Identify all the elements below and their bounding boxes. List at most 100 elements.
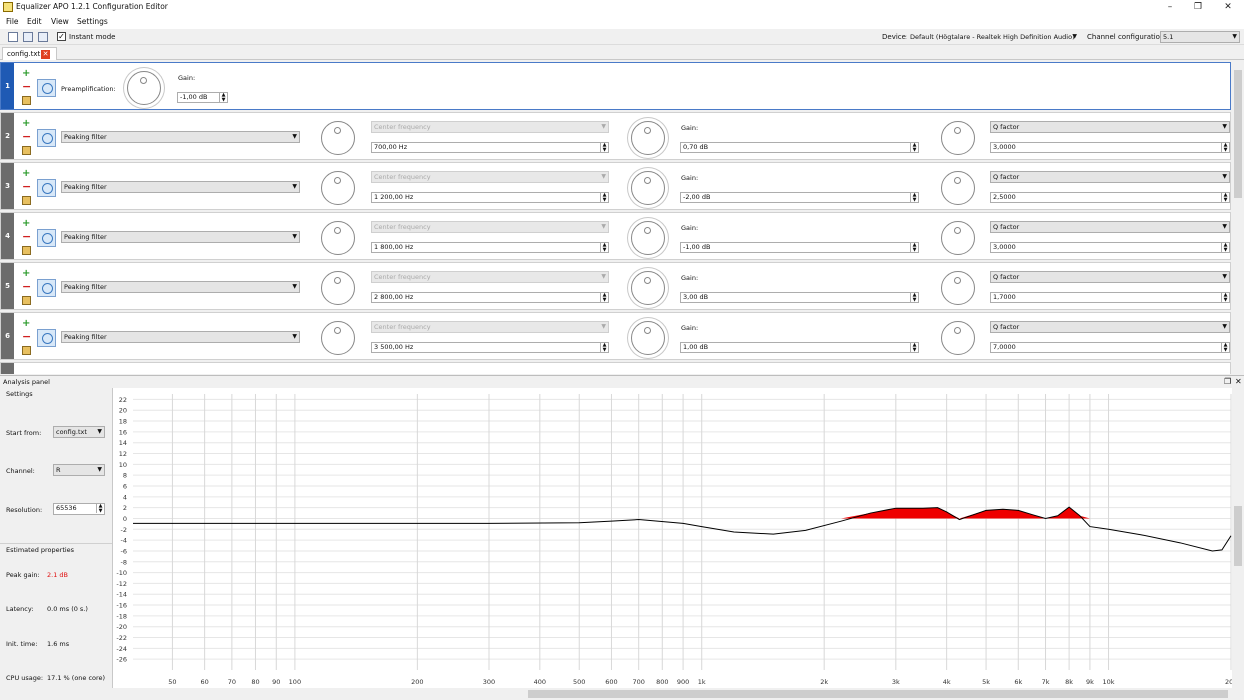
open-folder-icon[interactable] <box>23 32 33 42</box>
frequency-input[interactable]: 700,00 Hz ▲ ▼ <box>371 142 609 153</box>
q-factor-input[interactable]: 1,7000 ▲ ▼ <box>990 292 1230 303</box>
menu-view[interactable]: View <box>51 17 69 26</box>
q-mode-select[interactable]: Q factor ▼ <box>990 171 1230 183</box>
q-mode-select[interactable]: Q factor ▼ <box>990 121 1230 133</box>
save-icon[interactable] <box>38 32 48 42</box>
power-icon[interactable] <box>37 179 56 197</box>
scrollbar-thumb[interactable] <box>1234 506 1242 566</box>
q-mode-select[interactable]: Q factor ▼ <box>990 271 1230 283</box>
remove-icon[interactable]: − <box>22 131 31 142</box>
power-icon[interactable] <box>37 329 56 347</box>
remove-icon[interactable]: − <box>22 81 31 92</box>
q-factor-knob[interactable] <box>941 121 975 155</box>
scrollbar-thumb[interactable] <box>1234 70 1242 198</box>
close-icon[interactable]: ✕ <box>41 50 50 59</box>
add-icon[interactable]: + <box>22 269 30 279</box>
filter-row[interactable]: 2 + − Peaking filter ▼ Center frequency ▼ 700,0… <box>0 112 1231 160</box>
q-factor-input[interactable]: 7,0000 ▲ ▼ <box>990 342 1230 353</box>
gain-knob[interactable] <box>631 171 665 205</box>
scrollbar-thumb[interactable] <box>528 690 1228 698</box>
remove-icon[interactable]: − <box>22 331 31 342</box>
channel-select[interactable]: R ▼ <box>53 464 105 476</box>
q-factor-input[interactable]: 3,0000 ▲ ▼ <box>990 242 1230 253</box>
preamp-gain-knob[interactable] <box>127 71 161 105</box>
edit-icon[interactable] <box>22 246 31 255</box>
gain-input[interactable]: 0,70 dB ▲ ▼ <box>680 142 919 153</box>
q-mode-select[interactable]: Q factor ▼ <box>990 321 1230 333</box>
gain-input[interactable]: 1,00 dB ▲ ▼ <box>680 342 919 353</box>
frequency-knob[interactable] <box>321 221 355 255</box>
frequency-input[interactable]: 2 800,00 Hz ▲ ▼ <box>371 292 609 303</box>
filter-type-select[interactable]: Peaking filter ▼ <box>61 281 300 293</box>
channel-config-select[interactable]: 5.1 ▼ <box>1160 31 1240 43</box>
close-button[interactable]: ✕ <box>1214 0 1242 15</box>
filter-type-select[interactable]: Peaking filter ▼ <box>61 231 300 243</box>
gain-input[interactable]: 3,00 dB ▲ ▼ <box>680 292 919 303</box>
edit-icon[interactable] <box>22 346 31 355</box>
frequency-knob[interactable] <box>321 121 355 155</box>
edit-icon[interactable] <box>22 296 31 305</box>
add-icon[interactable]: + <box>22 169 30 179</box>
filter-type-select[interactable]: Peaking filter ▼ <box>61 181 300 193</box>
remove-icon[interactable]: − <box>22 281 31 292</box>
filter-row[interactable]: 5 + − Peaking filter ▼ Center frequency ▼ 2 800… <box>0 262 1231 310</box>
filter-row-partial[interactable] <box>0 362 1231 374</box>
q-factor-input[interactable]: 3,0000 ▲ ▼ <box>990 142 1230 153</box>
remove-icon[interactable]: − <box>22 181 31 192</box>
filter-row[interactable]: 4 + − Peaking filter ▼ Center frequency ▼ 1 800… <box>0 212 1231 260</box>
frequency-response-graph[interactable]: 22 20 18 16 14 12 10 8 6 4 2 0 -2 -4 -6 -8 -10 -12 -14 -16-… <box>112 388 1237 688</box>
power-icon[interactable] <box>37 129 56 147</box>
add-icon[interactable]: + <box>22 119 30 129</box>
close-icon[interactable]: ✕ <box>1235 377 1242 386</box>
preamp-gain-input[interactable]: -1,00 dB ▲ ▼ <box>177 92 228 103</box>
add-icon[interactable]: + <box>22 69 30 79</box>
menu-settings[interactable]: Settings <box>77 17 108 26</box>
menu-file[interactable]: File <box>6 17 19 26</box>
q-factor-knob[interactable] <box>941 221 975 255</box>
filter-type-select[interactable]: Peaking filter ▼ <box>61 331 300 343</box>
power-icon[interactable] <box>37 229 56 247</box>
add-icon[interactable]: + <box>22 219 30 229</box>
gain-knob[interactable] <box>631 321 665 355</box>
add-icon[interactable]: + <box>22 319 30 329</box>
edit-icon[interactable] <box>22 96 31 105</box>
edit-icon[interactable] <box>22 146 31 155</box>
filter-row[interactable]: 3 + − Peaking filter ▼ Center frequency ▼ 1 200… <box>0 162 1231 210</box>
q-mode-select[interactable]: Q factor ▼ <box>990 221 1230 233</box>
q-factor-knob[interactable] <box>941 321 975 355</box>
tab-config[interactable]: config.txt ✕ <box>2 47 57 60</box>
gain-input[interactable]: -2,00 dB ▲ ▼ <box>680 192 919 203</box>
q-factor-input[interactable]: 2,5000 ▲ ▼ <box>990 192 1230 203</box>
frequency-input[interactable]: 3 500,00 Hz ▲ ▼ <box>371 342 609 353</box>
restore-button[interactable]: ❐ <box>1184 0 1212 15</box>
filter-list-scrollbar[interactable] <box>1232 60 1244 374</box>
frequency-input[interactable]: 1 800,00 Hz ▲ ▼ <box>371 242 609 253</box>
filter-type-select[interactable]: Peaking filter ▼ <box>61 131 300 143</box>
gain-knob[interactable] <box>631 221 665 255</box>
power-icon[interactable] <box>37 79 56 97</box>
gain-input[interactable]: -1,00 dB ▲ ▼ <box>680 242 919 253</box>
remove-icon[interactable]: − <box>22 231 31 242</box>
filter-row-preamp[interactable]: 1 + − Preamplification: Gain: -1,00 dB ▲ ▼ <box>0 62 1231 110</box>
start-from-select[interactable]: config.txt ▼ <box>53 426 105 438</box>
minimize-button[interactable]: – <box>1156 0 1184 15</box>
q-factor-knob[interactable] <box>941 271 975 305</box>
new-file-icon[interactable] <box>8 32 18 42</box>
graph-vertical-scrollbar[interactable] <box>1232 388 1244 688</box>
edit-icon[interactable] <box>22 196 31 205</box>
resolution-input[interactable]: 65536 ▲ ▼ <box>53 503 105 515</box>
frequency-knob[interactable] <box>321 271 355 305</box>
graph-horizontal-scrollbar[interactable] <box>112 688 1232 700</box>
power-icon[interactable] <box>37 279 56 297</box>
instant-mode-checkbox[interactable]: ✓ <box>57 32 66 41</box>
float-icon[interactable]: ❐ <box>1224 377 1231 386</box>
frequency-input[interactable]: 1 200,00 Hz ▲ ▼ <box>371 192 609 203</box>
gain-knob[interactable] <box>631 121 665 155</box>
q-factor-knob[interactable] <box>941 171 975 205</box>
frequency-knob[interactable] <box>321 171 355 205</box>
filter-row[interactable]: 6 + − Peaking filter ▼ Center frequency ▼ 3 500… <box>0 312 1231 360</box>
frequency-knob[interactable] <box>321 321 355 355</box>
device-select[interactable]: Default (Högtalare - Realtek High Defini… <box>907 31 1080 43</box>
gain-knob[interactable] <box>631 271 665 305</box>
menu-edit[interactable]: Edit <box>27 17 42 26</box>
